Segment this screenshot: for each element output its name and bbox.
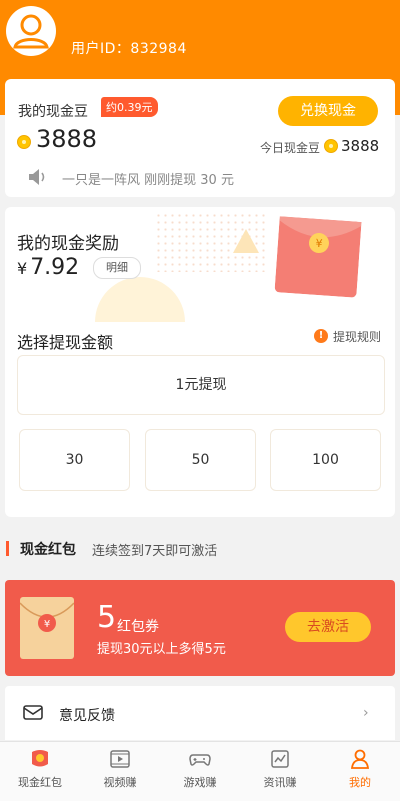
activate-button[interactable]: 去激活 [285,612,371,642]
withdraw-option-100[interactable]: 100 [270,429,381,491]
reward-amount: ¥7.92 [17,255,79,280]
speaker-icon [27,168,49,190]
coupon-envelope-icon: ¥ [20,597,74,659]
section-accent-bar [6,541,9,556]
withdraw-option-1[interactable]: 1元提现 [17,355,385,415]
redpacket-coupon-card: ¥ 5 红包券 提现30元以上多得5元 去激活 [5,580,395,676]
mail-icon [22,703,44,725]
reward-amount-value: 7.92 [30,255,80,280]
coupon-count: 5 [97,600,117,635]
video-icon [110,750,130,768]
reward-title: 我的现金奖励 [17,234,119,254]
user-id-label: 用户ID：832984 [71,41,187,57]
gamepad-icon [189,754,211,766]
decor-semicircle [95,277,185,322]
profile-icon [350,749,370,769]
cash-reward-card: 我的现金奖励 ¥7.92 明细 ¥ 选择提现金额 ! 提现规则 1元提现 30 … [5,207,395,517]
withdraw-rules-link[interactable]: 提现规则 [333,328,381,345]
tab-news[interactable]: 资讯赚 [240,742,320,801]
tab-cash-redpacket[interactable]: 现金红包 [0,742,80,801]
tab-label: 现金红包 [18,776,62,789]
tab-video[interactable]: 视频赚 [80,742,160,801]
tab-profile[interactable]: 我的 [320,742,400,801]
coupon-unit: 红包券 [117,619,159,635]
withdraw-ticker: 一只是一阵风 刚刚提现 30 元 [62,173,234,188]
today-beans-label: 今日现金豆 [260,141,321,155]
coin-icon [324,139,338,153]
envelope-yen-symbol: ¥ [315,237,323,250]
currency-symbol: ¥ [17,259,28,278]
coupon-description: 提现30元以上多得5元 [97,642,226,657]
section-subtitle: 连续签到7天即可激活 [92,544,218,559]
cash-redpacket-icon [32,750,48,767]
tab-label: 游戏赚 [183,776,217,789]
cash-beans-card: 我的现金豆 约0.39元 3888 兑换现金 今日现金豆 3888 一只是一阵风… [5,79,395,197]
approx-value-badge: 约0.39元 [101,97,158,117]
tab-label: 视频赚 [103,776,137,789]
chevron-right-icon: › [363,705,369,721]
decor-triangle [233,229,259,253]
bottom-tab-bar: 现金红包 视频赚 游戏赚 资讯赚 我的 [0,741,400,801]
beans-title: 我的现金豆 [18,104,88,120]
news-icon [271,750,289,768]
info-icon[interactable]: ! [314,329,328,343]
withdraw-option-30[interactable]: 30 [19,429,130,491]
tab-label: 资讯赚 [263,776,297,789]
feedback-label: 意见反馈 [59,708,115,724]
withdraw-option-50[interactable]: 50 [145,429,256,491]
feedback-row[interactable]: 意见反馈 › [5,686,395,740]
section-title: 现金红包 [20,542,76,558]
red-envelope-icon: ¥ [274,216,362,298]
coupon-yen-symbol: ¥ [44,619,50,630]
detail-button[interactable]: 明细 [93,257,141,279]
beans-value: 3888 [36,125,98,153]
tab-game[interactable]: 游戏赚 [160,742,240,801]
coin-icon [17,135,31,149]
today-beans-value: 3888 [341,137,380,155]
select-amount-title: 选择提现金额 [17,333,114,352]
tab-label: 我的 [349,776,371,789]
exchange-cash-button[interactable]: 兑换现金 [278,96,378,126]
user-avatar-icon[interactable] [6,6,56,56]
